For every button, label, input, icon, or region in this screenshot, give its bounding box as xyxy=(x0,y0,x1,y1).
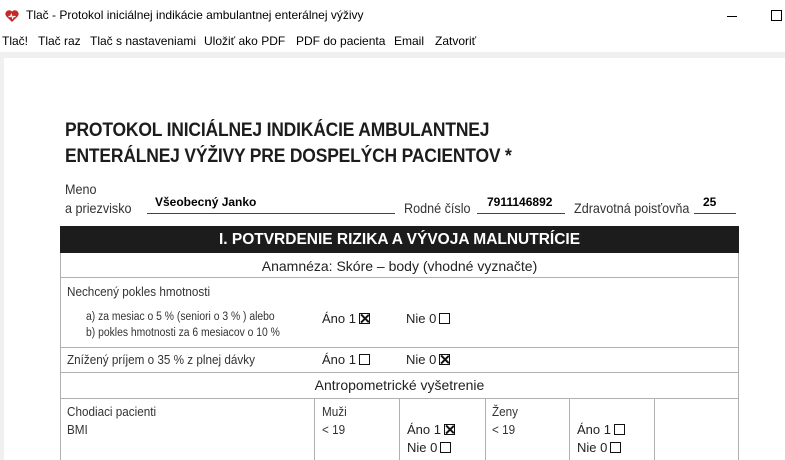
patient-name-value: Všeobecný Janko xyxy=(155,195,257,209)
intake-yes-label: Áno 1 xyxy=(322,352,356,367)
intake-no-checkbox[interactable] xyxy=(439,354,451,365)
intake-yes-checkbox[interactable] xyxy=(358,354,370,365)
weight-loss-sub-b: b) pokles hmotnosti za 6 mesiacov o 10 % xyxy=(86,327,280,339)
bmi-label: BMI xyxy=(67,422,88,437)
women-yes-label: Áno 1 xyxy=(577,422,611,437)
women-yes-option[interactable]: Áno 1 xyxy=(577,422,625,437)
divider xyxy=(60,372,739,373)
column-divider xyxy=(569,398,570,460)
birth-number-underline xyxy=(477,213,565,214)
walking-patients-label: Chodiaci pacienti xyxy=(67,404,157,419)
menu-save-as-pdf[interactable]: Uložiť ako PDF xyxy=(204,34,285,48)
menu-pdf-to-patient[interactable]: PDF do pacienta xyxy=(296,34,385,48)
menu-print[interactable]: Tlač! xyxy=(2,34,28,48)
insurer-value: 25 xyxy=(703,195,717,209)
men-bmi-threshold: < 19 xyxy=(322,422,346,437)
document-title-line-2: ENTERÁLNEJ VÝŽIVY PRE DOSPELÝCH PACIENTO… xyxy=(65,146,512,167)
minimize-button[interactable] xyxy=(722,4,744,26)
men-yes-label: Áno 1 xyxy=(407,422,441,437)
weight-loss-no-option[interactable]: Nie 0 xyxy=(406,311,451,326)
maximize-button[interactable] xyxy=(765,4,785,26)
anthropometric-subheader: Antropometrické vyšetrenie xyxy=(314,377,485,393)
women-yes-checkbox[interactable] xyxy=(613,424,625,435)
section-header-bar: I. POTVRDENIE RIZIKA A VÝVOJA MALNUTRÍCI… xyxy=(60,226,739,253)
intake-no-option[interactable]: Nie 0 xyxy=(406,352,451,367)
men-no-checkbox[interactable] xyxy=(440,442,452,453)
men-no-option[interactable]: Nie 0 xyxy=(407,440,452,455)
intake-yes-option[interactable]: Áno 1 xyxy=(322,352,370,367)
women-label: Ženy xyxy=(492,404,519,419)
intake-label: Znížený príjem o 35 % z plnej dávky xyxy=(67,352,255,367)
menu-bar: Tlač! Tlač raz Tlač s nastaveniami Uloži… xyxy=(0,31,785,52)
insurer-label: Zdravotná poisťovňa xyxy=(574,200,690,216)
menu-email[interactable]: Email xyxy=(394,34,424,48)
weight-loss-yes-checkbox[interactable] xyxy=(358,313,370,324)
weight-loss-no-label: Nie 0 xyxy=(406,311,437,326)
women-no-label: Nie 0 xyxy=(577,440,608,455)
column-divider xyxy=(654,398,655,460)
table-border-right xyxy=(738,253,739,460)
title-bar: Tlač - Protokol iniciálnej indikácie amb… xyxy=(0,0,785,31)
weight-loss-no-checkbox[interactable] xyxy=(439,313,451,324)
column-divider xyxy=(314,398,315,460)
window-title: Tlač - Protokol iniciálnej indikácie amb… xyxy=(26,8,364,22)
divider xyxy=(60,347,739,348)
section-title: I. POTVRDENIE RIZIKA A VÝVOJA MALNUTRÍCI… xyxy=(218,231,581,248)
column-divider xyxy=(399,398,400,460)
anamnesis-subheader: Anamnéza: Skóre – body (vhodné vyznačte) xyxy=(261,258,538,274)
menu-print-with-settings[interactable]: Tlač s nastaveniami xyxy=(90,34,196,48)
women-no-checkbox[interactable] xyxy=(610,442,622,453)
menu-close[interactable]: Zatvoriť xyxy=(435,34,476,48)
intake-no-label: Nie 0 xyxy=(406,352,437,367)
column-divider xyxy=(485,398,486,460)
table-border-left xyxy=(60,253,61,460)
insurer-underline xyxy=(694,213,736,214)
name-label-line-1: Meno xyxy=(65,181,97,197)
name-label-line-2: a priezvisko xyxy=(65,200,132,216)
menu-print-once[interactable]: Tlač raz xyxy=(38,34,81,48)
heart-icon xyxy=(5,10,19,22)
women-bmi-threshold: < 19 xyxy=(492,422,516,437)
divider xyxy=(60,277,739,278)
men-yes-checkbox[interactable] xyxy=(443,424,455,435)
men-yes-option[interactable]: Áno 1 xyxy=(407,422,455,437)
weight-loss-yes-option[interactable]: Áno 1 xyxy=(322,311,370,326)
weight-loss-yes-label: Áno 1 xyxy=(322,311,356,326)
men-no-label: Nie 0 xyxy=(407,440,438,455)
women-no-option[interactable]: Nie 0 xyxy=(577,440,622,455)
birth-number-value: 7911146892 xyxy=(487,195,553,209)
weight-loss-label: Nechcený pokles hmotnosti xyxy=(67,284,211,299)
document-title-line-1: PROTOKOL INICIÁLNEJ INDIKÁCIE AMBULANTNE… xyxy=(65,120,490,141)
birth-number-label: Rodné číslo xyxy=(404,200,471,216)
name-underline xyxy=(147,213,395,214)
men-label: Muži xyxy=(322,404,347,419)
weight-loss-sub-a: a) za mesiac o 5 % (seniori o 3 % ) aleb… xyxy=(86,311,275,323)
